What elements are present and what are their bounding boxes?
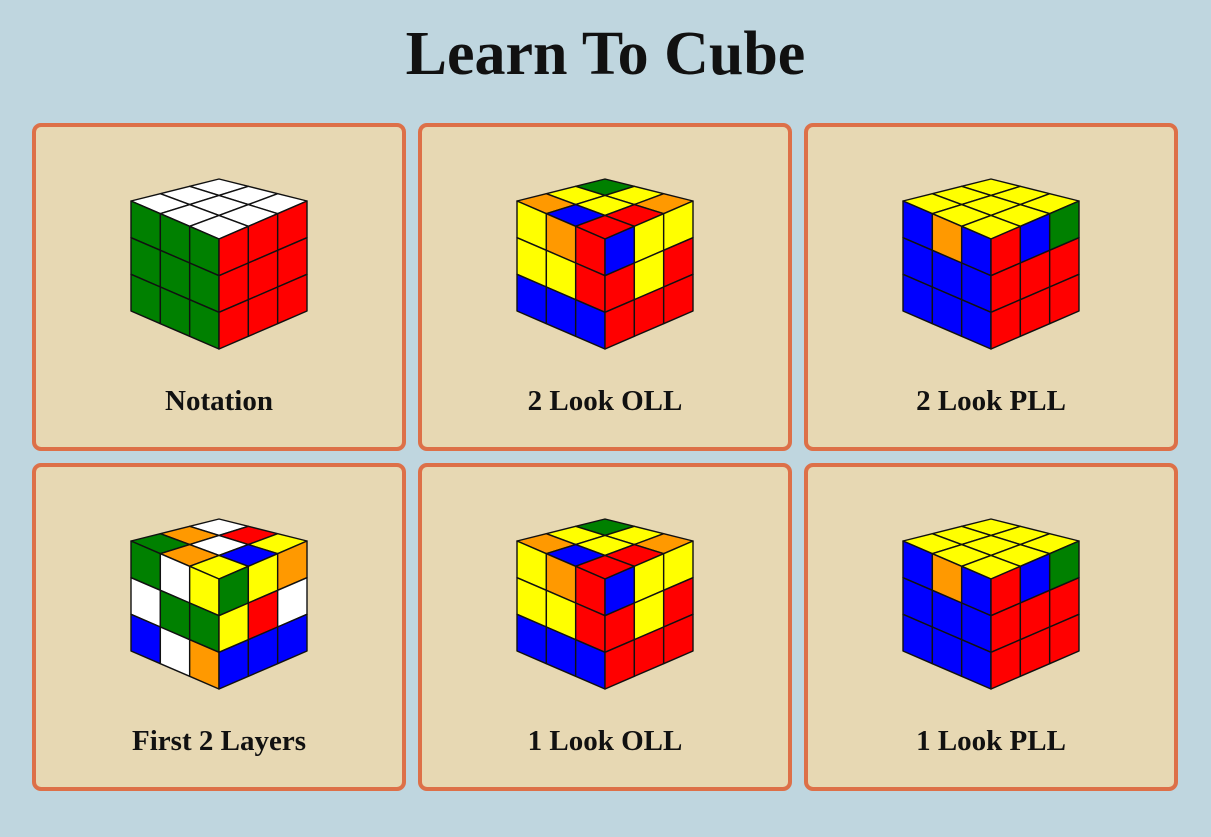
oll-cube-icon — [516, 178, 694, 350]
lesson-card-label: 1 Look OLL — [527, 725, 683, 757]
lesson-card-label: 2 Look OLL — [527, 385, 683, 417]
lesson-card-label: 2 Look PLL — [916, 385, 1066, 417]
lesson-card-1-look-oll[interactable]: 1 Look OLL — [418, 463, 792, 791]
lesson-card-label: Notation — [165, 385, 273, 417]
pll-cube-icon — [902, 518, 1080, 690]
lesson-card-1-look-pll[interactable]: 1 Look PLL — [804, 463, 1178, 791]
lesson-grid: Notation 2 Look OLL 2 Look PLL First 2 L… — [32, 123, 1179, 791]
f2l-cube-icon — [130, 518, 308, 690]
pll-cube-icon — [902, 178, 1080, 350]
lesson-card-label: 1 Look PLL — [916, 725, 1066, 757]
solved-cube-icon — [130, 178, 308, 350]
lesson-card-2-look-oll[interactable]: 2 Look OLL — [418, 123, 792, 451]
lesson-card-first-2-layers[interactable]: First 2 Layers — [32, 463, 406, 791]
lesson-card-notation[interactable]: Notation — [32, 123, 406, 451]
page-title: Learn To Cube — [405, 20, 806, 88]
lesson-card-2-look-pll[interactable]: 2 Look PLL — [804, 123, 1178, 451]
oll-cube-icon — [516, 518, 694, 690]
lesson-card-label: First 2 Layers — [132, 725, 306, 757]
